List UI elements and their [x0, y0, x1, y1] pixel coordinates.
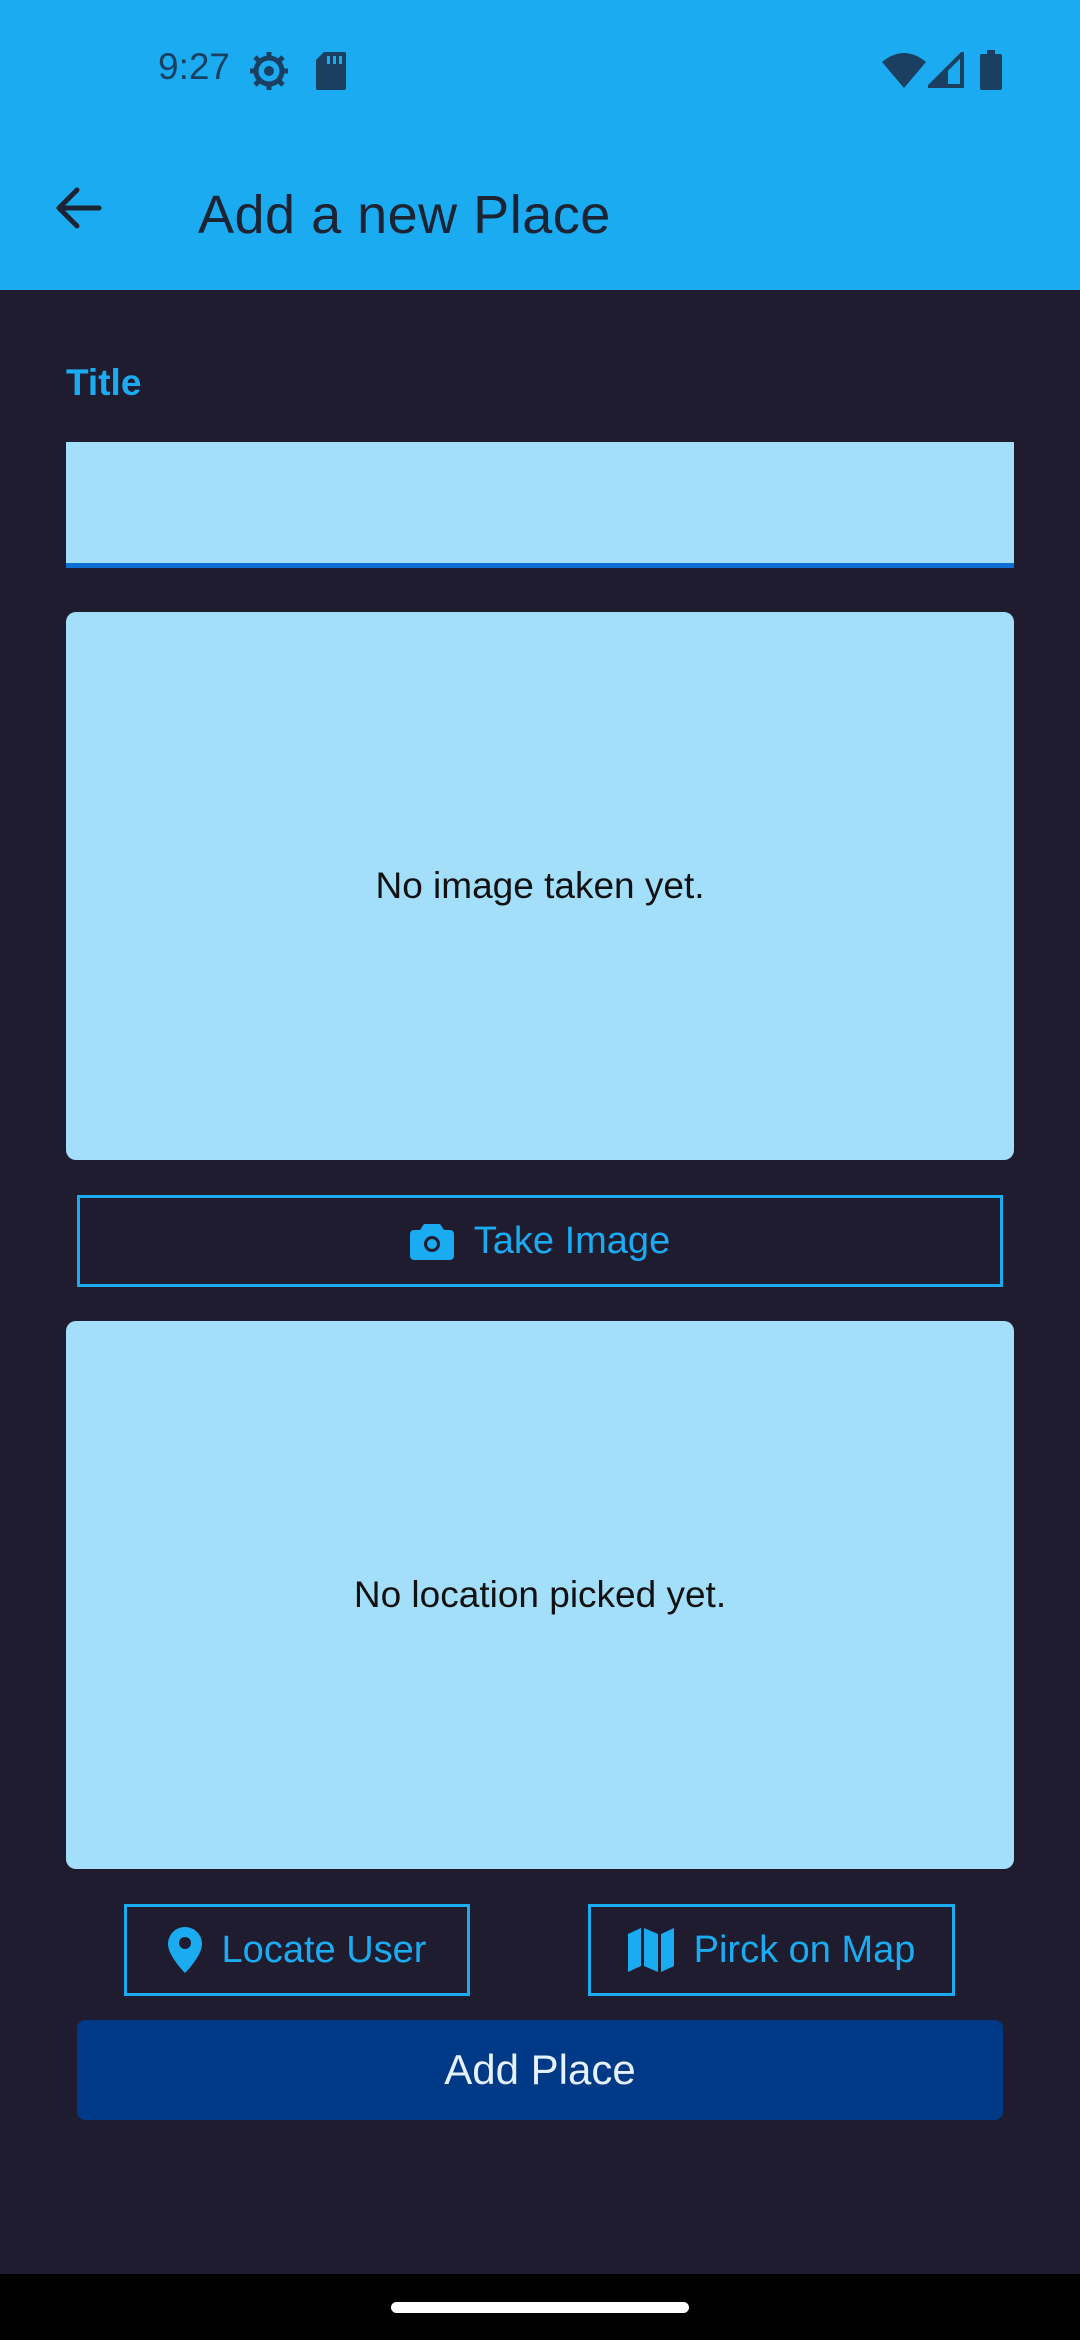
add-place-screen: 9:27 Add a new Place Title No image take…	[0, 0, 1080, 2340]
sd-card-icon	[316, 52, 346, 95]
image-placeholder-text: No image taken yet.	[375, 865, 705, 906]
pick-on-map-label: Pirck on Map	[693, 1928, 916, 1971]
status-time: 9:27	[158, 46, 231, 87]
location-pin-icon	[167, 1927, 202, 1973]
location-placeholder-text: No location picked yet.	[353, 1574, 727, 1615]
status-bar: 9:27	[0, 0, 1080, 142]
pick-on-map-button[interactable]: Pirck on Map	[588, 1904, 955, 1996]
location-preview: No location picked yet.	[66, 1321, 1014, 1869]
home-gesture-handle[interactable]	[391, 2302, 689, 2313]
back-button[interactable]	[40, 172, 116, 248]
title-input[interactable]	[66, 442, 1014, 568]
locate-user-label: Locate User	[221, 1928, 427, 1971]
cellular-signal-icon	[925, 49, 964, 93]
locate-user-button[interactable]: Locate User	[124, 1904, 470, 1996]
battery-icon	[980, 50, 1002, 95]
system-nav-bar	[0, 2274, 1080, 2340]
take-image-button[interactable]: Take Image	[77, 1195, 1003, 1287]
page-title: Add a new Place	[198, 185, 611, 245]
app-bar: Add a new Place	[0, 142, 1080, 290]
image-preview: No image taken yet.	[66, 612, 1014, 1160]
add-place-button[interactable]: Add Place	[77, 2020, 1003, 2120]
arrow-back-icon	[53, 186, 103, 235]
take-image-label: Take Image	[473, 1219, 671, 1262]
camera-icon	[409, 1222, 454, 1260]
map-icon	[627, 1928, 674, 1972]
settings-gear-icon	[248, 50, 290, 97]
wifi-icon	[882, 52, 926, 93]
title-field-label: Title	[66, 362, 142, 403]
